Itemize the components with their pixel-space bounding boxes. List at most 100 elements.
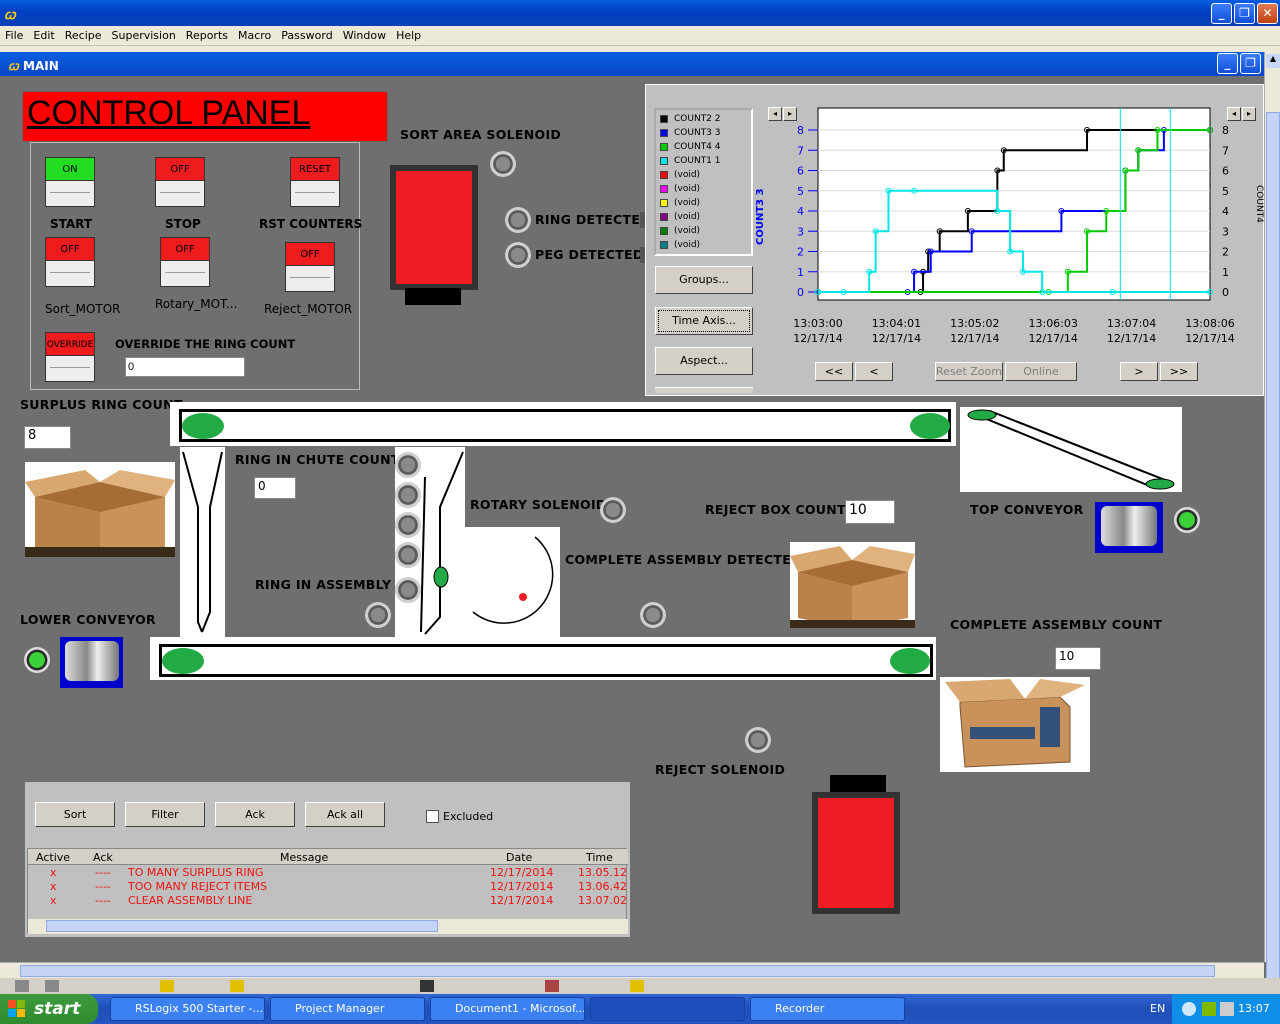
col-date[interactable]: Date [506,851,532,864]
reject-motor-face[interactable] [285,266,335,292]
alarm-sort-button[interactable]: Sort [35,802,115,827]
stop-label: STOP [165,217,201,231]
menu-file[interactable]: File [0,26,28,45]
override-ring-count-input[interactable] [125,357,245,377]
reset-zoom-button[interactable]: Reset Zoom [935,362,1003,381]
task-document1[interactable]: Document1 - Microsof... [430,997,585,1021]
menu-edit[interactable]: Edit [28,26,59,45]
legend-item[interactable]: COUNT2 2 [660,114,721,127]
legend-item[interactable]: COUNT3 3 [660,128,721,141]
legend-item[interactable]: (void) [660,198,700,211]
ring-detected-indicator [505,207,531,233]
override-button-face[interactable] [45,356,95,382]
col-message[interactable]: Message [280,851,328,864]
legend-swatch [660,114,668,123]
legend-item[interactable]: COUNT1 1 [660,156,721,169]
rotary-motor-state: OFF [160,237,210,261]
top-conveyor-graphic [960,407,1182,492]
right-y-tick-label: 5 [1222,185,1229,198]
legend-swatch [660,240,668,249]
language-indicator[interactable]: EN [1150,1002,1165,1015]
start-button-state: ON [45,157,95,181]
toolbar-icon-3[interactable] [160,980,174,992]
horizontal-scroll-thumb[interactable] [20,965,1215,977]
col-time[interactable]: Time [586,851,613,864]
peg-detected-label: PEG DETECTED [535,247,644,262]
alarm-date: 12/17/2014 [490,880,554,893]
task-active-app[interactable] [590,997,745,1021]
legend-item[interactable]: COUNT4 4 [660,142,721,155]
restore-button[interactable]: ❐ [1234,3,1255,24]
ring-in-assembly-label: RING IN ASSEMBLY [255,577,392,592]
rotary-motor-face[interactable] [160,261,210,287]
trend-prev-button[interactable]: < [855,362,893,381]
col-ack[interactable]: Ack [93,851,113,864]
ring-in-assembly-indicator [365,602,391,628]
start-button-face[interactable] [45,181,95,207]
task-project-manager[interactable]: Project Manager [270,997,425,1021]
task-recorder[interactable]: Recorder [750,997,905,1021]
menu-help[interactable]: Help [391,26,426,45]
complete-assembly-count-value: 10 [1055,647,1101,670]
excluded-label: Excluded [443,810,494,823]
top-motor-body [1101,506,1157,546]
toolbar-icon-7[interactable] [630,980,644,992]
minimize-button[interactable]: _ [1211,3,1232,24]
menu-recipe[interactable]: Recipe [60,26,107,45]
legend-item[interactable]: (void) [660,170,700,183]
legend-item[interactable]: (void) [660,240,700,253]
groups-button[interactable]: Groups... [655,266,753,294]
toolbar-icon-2[interactable] [45,980,59,992]
alarm-ack-all-button[interactable]: Ack all [305,802,385,827]
toolbar-icon-6[interactable] [545,980,559,992]
close-button[interactable]: ✕ [1257,3,1278,24]
alarm-row[interactable]: x ---- TO MANY SURPLUS RING 12/17/2014 13.05… [28,866,628,880]
online-button[interactable]: Online [1005,362,1077,381]
upper-conveyor-frame [170,402,956,446]
top-conveyor-motor [1095,502,1163,553]
scroll-up-arrow[interactable]: ▲ [1266,54,1280,68]
x-tick-date: 12/17/14 [1028,332,1077,345]
toolbar-icon-1[interactable] [15,980,29,992]
trend-first-button[interactable]: << [815,362,853,381]
alarm-row[interactable]: x ---- CLEAR ASSEMBLY LINE 12/17/2014 13.07.… [28,894,628,908]
trend-next-button[interactable]: > [1120,362,1158,381]
menu-supervision[interactable]: Supervision [107,26,181,45]
start-label: START [50,217,93,231]
child-minimize-button[interactable]: _ [1217,53,1238,74]
reset-button-face[interactable] [290,181,340,207]
tray-network-icon[interactable] [1202,1002,1216,1016]
alarm-filter-button[interactable]: Filter [125,802,205,827]
sort-motor-face[interactable] [45,261,95,287]
legend-item[interactable]: (void) [660,184,700,197]
toolbar-icon-5[interactable] [420,980,434,992]
alarm-h-scroll-thumb[interactable] [46,920,438,932]
tray-icon-back[interactable] [1182,1002,1196,1016]
child-restore-button[interactable]: ❐ [1240,53,1261,74]
y-tick-label: 2 [797,246,804,259]
legend-item[interactable]: (void) [660,226,700,239]
menu-window[interactable]: Window [338,26,391,45]
menu-password[interactable]: Password [276,26,337,45]
time-axis-button[interactable]: Time Axis... [655,307,753,335]
tray-monitor-icon[interactable] [1220,1002,1234,1016]
menu-reports[interactable]: Reports [181,26,233,45]
aspect-button[interactable]: Aspect... [655,347,753,375]
alarm-h-scrollbar[interactable] [28,919,628,934]
alarm-ack-button[interactable]: Ack [215,802,295,827]
toolbar-icon-4[interactable] [230,980,244,992]
menu-macro[interactable]: Macro [233,26,276,45]
stop-button-face[interactable] [155,181,205,207]
vertical-scrollbar[interactable]: ▲ [1264,52,1280,982]
surplus-ring-count-value: 8 [24,426,71,449]
alarm-row[interactable]: x ---- TOO MANY REJECT ITEMS 12/17/2014 13.0… [28,880,628,894]
x-tick-date: 12/17/14 [1107,332,1156,345]
legend-item[interactable]: (void) [660,212,700,225]
col-active[interactable]: Active [36,851,70,864]
trend-last-button[interactable]: >> [1160,362,1198,381]
horizontal-scrollbar[interactable] [0,962,1264,978]
task-rslogix[interactable]: RSLogix 500 Starter -... [110,997,265,1021]
excluded-checkbox[interactable] [426,810,439,823]
surplus-ring-count-label: SURPLUS RING COUNT [20,397,183,412]
vertical-scroll-thumb[interactable] [1266,112,1280,982]
